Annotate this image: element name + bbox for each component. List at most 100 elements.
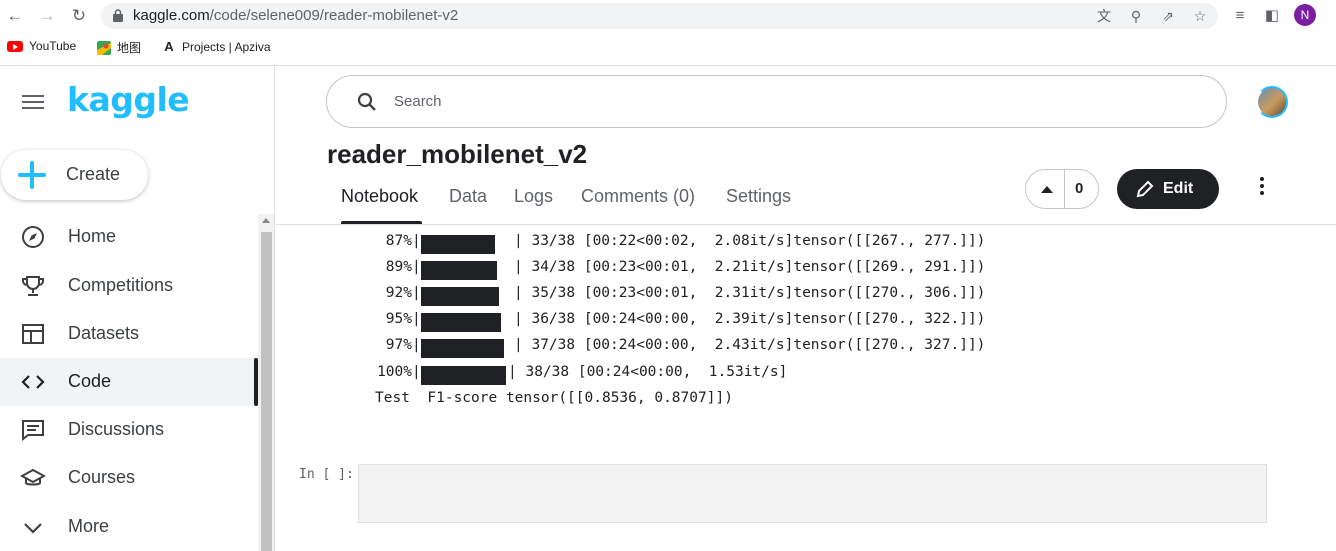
cell-prompt: In [ ]: xyxy=(299,467,354,482)
address-bar[interactable]: kaggle.com/code/selene009/reader-mobilen… xyxy=(101,3,1218,29)
progress-bar-left-edge: | xyxy=(412,311,421,327)
reload-icon[interactable]: ↻ xyxy=(69,6,89,26)
bookmark-youtube[interactable]: YouTube xyxy=(7,39,76,53)
code-cell-input[interactable] xyxy=(358,464,1267,523)
sidebar-item-label: Home xyxy=(68,226,117,246)
progress-text: | 36/38 [00:24<00:00, 2.39it/s]tensor([[… xyxy=(514,311,986,327)
progress-bar-fill xyxy=(421,313,501,332)
lock-icon xyxy=(113,9,123,22)
youtube-icon xyxy=(7,40,23,52)
maps-icon xyxy=(97,40,111,55)
bookmark-label: YouTube xyxy=(29,39,77,53)
forward-icon[interactable]: → xyxy=(37,6,57,26)
sidebar-item-competitions[interactable]: Competitions xyxy=(0,262,258,310)
translate-icon[interactable]: 文 xyxy=(1096,8,1112,24)
progress-bar-left-edge: | xyxy=(412,337,421,353)
sidebar-item-code[interactable]: Code xyxy=(0,358,258,406)
share-icon[interactable]: ⇗ xyxy=(1160,8,1176,24)
profile-avatar[interactable]: N xyxy=(1294,4,1316,26)
more-options-icon[interactable] xyxy=(1252,177,1272,201)
scroll-up-icon[interactable] xyxy=(262,218,270,223)
progress-bar-fill xyxy=(421,339,504,358)
vote-count: 0 xyxy=(1075,180,1084,197)
progress-text: | 35/38 [00:23<00:01, 2.31it/s]tensor([[… xyxy=(514,285,986,301)
bookmarks-bar: YouTube 地图 A Projects | Apziva xyxy=(0,36,1336,60)
progress-bar-left-edge: | xyxy=(412,364,421,380)
create-label: Create xyxy=(66,164,121,184)
code-icon xyxy=(21,375,45,389)
upvote-button[interactable]: 0 xyxy=(1025,169,1099,209)
search-icon xyxy=(357,92,376,111)
progress-text: | 34/38 [00:23<00:01, 2.21it/s]tensor([[… xyxy=(514,259,986,275)
progress-percent: 89% xyxy=(385,259,412,275)
sidebar-item-label: Code xyxy=(68,371,112,391)
sidebar-item-courses[interactable]: Courses xyxy=(0,454,258,502)
progress-bar-fill xyxy=(421,261,497,280)
zoom-icon[interactable]: ⚲ xyxy=(1128,8,1144,24)
tab-settings[interactable]: Settings xyxy=(726,186,791,207)
progress-text: | 37/38 [00:24<00:00, 2.43it/s]tensor([[… xyxy=(514,337,986,353)
apziva-icon: A xyxy=(164,39,174,54)
sidebar-item-label: Competitions xyxy=(68,275,174,295)
progress-line: 89% | | 34/38 [00:23<00:01, 2.21it/s]ten… xyxy=(276,259,1336,285)
edit-button[interactable]: Edit xyxy=(1117,169,1219,209)
progress-line: 95% | | 36/38 [00:24<00:00, 2.39it/s]ten… xyxy=(276,311,1336,337)
progress-percent: 87% xyxy=(385,233,412,249)
progress-line-final: 100% | | 38/38 [00:24<00:00, 1.53it/s] xyxy=(276,364,1336,390)
side-panel-icon[interactable]: ◧ xyxy=(1262,6,1282,26)
user-avatar[interactable] xyxy=(1256,86,1288,118)
sidebar-item-label: Courses xyxy=(68,467,136,487)
sidebar-item-label: More xyxy=(68,516,110,536)
tab-data[interactable]: Data xyxy=(449,186,487,207)
score-text: Test F1-score tensor([[0.8536, 0.8707]]) xyxy=(375,390,733,406)
progress-bar-left-edge: | xyxy=(412,285,421,301)
progress-bar-fill xyxy=(421,287,499,306)
bookmark-apziva[interactable]: A Projects | Apziva xyxy=(162,39,271,54)
page-title: reader_mobilenet_v2 xyxy=(327,139,588,169)
bookmark-label: Projects | Apziva xyxy=(182,39,271,54)
search-input[interactable]: Search xyxy=(326,75,1227,128)
progress-percent: 95% xyxy=(385,311,412,327)
reading-list-icon[interactable]: ≡ xyxy=(1230,6,1250,26)
sidebar-item-discussions[interactable]: Discussions xyxy=(0,406,258,454)
vote-divider xyxy=(1064,170,1065,208)
sidebar-item-home[interactable]: Home xyxy=(0,213,258,261)
progress-text: | 33/38 [00:22<00:02, 2.08it/s]tensor([[… xyxy=(514,233,986,249)
kaggle-logo[interactable]: kaggle xyxy=(67,80,190,119)
tab-logs[interactable]: Logs xyxy=(514,186,553,207)
cell-output: 87% | | 33/38 [00:22<00:02, 2.08it/s]ten… xyxy=(276,225,1336,425)
url-text: kaggle.com/code/selene009/reader-mobilen… xyxy=(133,7,459,24)
tab-comments[interactable]: Comments (0) xyxy=(581,186,695,207)
score-line: Test F1-score tensor([[0.8536, 0.8707]]) xyxy=(276,390,1336,416)
progress-percent: 100% xyxy=(377,364,412,380)
progress-bar-fill xyxy=(421,366,506,385)
progress-line: 87% | | 33/38 [00:22<00:02, 2.08it/s]ten… xyxy=(276,233,1336,259)
progress-bar-fill xyxy=(421,235,495,254)
sidebar-item-label: Datasets xyxy=(68,323,140,343)
sidebar-item-datasets[interactable]: Datasets xyxy=(0,310,258,358)
progress-bar-left-edge: | xyxy=(412,233,421,249)
menu-icon[interactable] xyxy=(22,95,44,109)
tab-notebook[interactable]: Notebook xyxy=(341,186,418,207)
star-icon[interactable]: ☆ xyxy=(1192,8,1208,24)
upvote-arrow-icon xyxy=(1041,186,1053,193)
browser-toolbar: ← → ↻ kaggle.com/code/selene009/reader-m… xyxy=(0,0,1336,32)
bookmark-label: 地图 xyxy=(117,41,142,55)
progress-percent: 92% xyxy=(385,285,412,301)
bookmark-maps[interactable]: 地图 xyxy=(97,39,141,56)
table-icon xyxy=(22,324,44,344)
create-button[interactable]: Create xyxy=(1,150,148,200)
trophy-icon xyxy=(22,276,44,296)
progress-text: | 38/38 [00:24<00:00, 1.53it/s] xyxy=(508,364,788,380)
sidebar-scroll-thumb[interactable] xyxy=(261,232,272,551)
back-icon[interactable]: ← xyxy=(5,6,25,26)
search-placeholder: Search xyxy=(394,93,442,110)
plus-icon xyxy=(18,161,46,189)
progress-percent: 97% xyxy=(385,337,412,353)
sidebar-item-more[interactable]: More xyxy=(0,503,258,551)
school-icon xyxy=(20,468,46,486)
progress-line: 92% | | 35/38 [00:23<00:01, 2.31it/s]ten… xyxy=(276,285,1336,311)
progress-line: 97% | | 37/38 [00:24<00:00, 2.43it/s]ten… xyxy=(276,337,1336,363)
compass-icon xyxy=(22,226,44,248)
chevron-down-icon xyxy=(24,523,42,534)
